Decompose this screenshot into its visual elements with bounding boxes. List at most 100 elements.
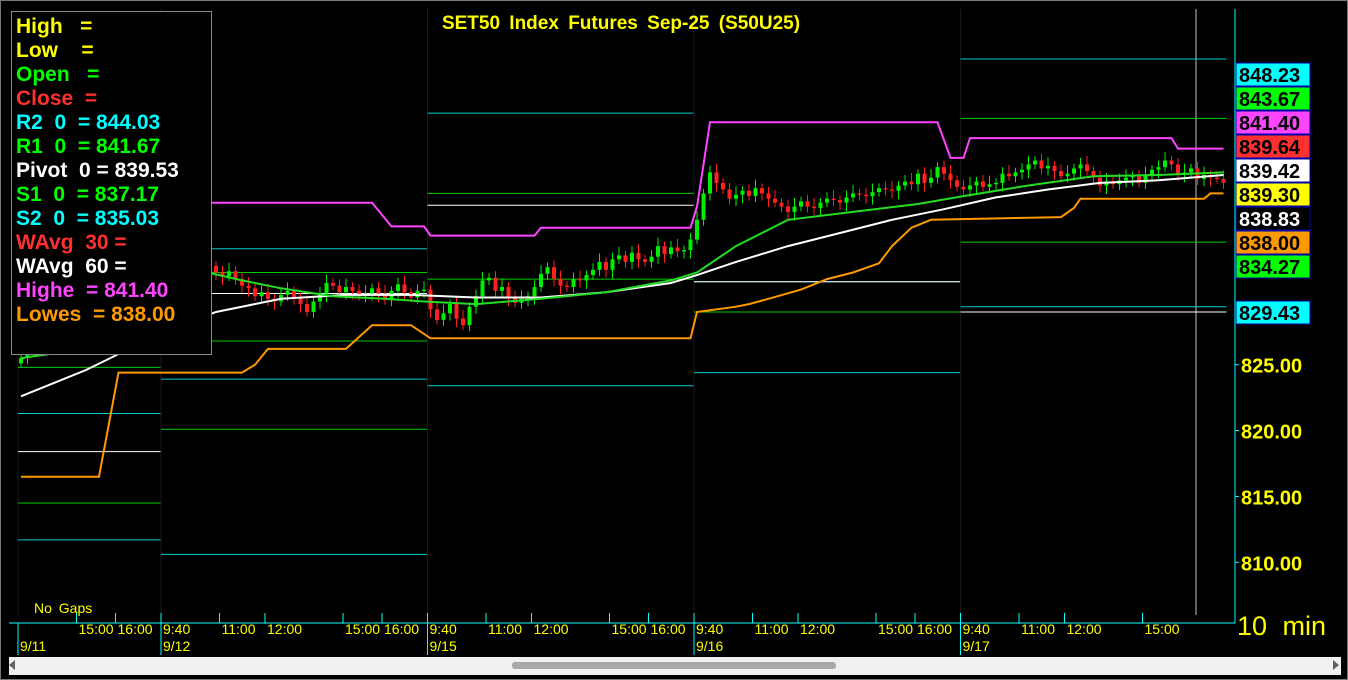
legend-row: R1 0 = 841.67 [16, 135, 161, 158]
candle-body [493, 277, 498, 291]
y-tick-label: 825.00 [1241, 356, 1302, 378]
candle-body [539, 273, 543, 287]
candle-body [246, 285, 251, 289]
x-tick-label: 11:00 [222, 621, 256, 637]
candle-body [688, 239, 693, 251]
price-tag: 839.30 [1235, 182, 1311, 207]
candle-body [584, 275, 589, 281]
x-tick-label: 9:40 [963, 621, 990, 637]
candle-body [981, 181, 985, 187]
candle-body [812, 206, 816, 208]
chart-window: 825.00 820.00 815.00 810.00 848.23 843.67 841.… [0, 0, 1348, 680]
price-tag-label: 829.43 [1239, 303, 1300, 325]
legend-row: Low = [16, 39, 94, 62]
horizontal-scrollbar[interactable] [9, 657, 1341, 675]
price-tag-label: 834.27 [1239, 257, 1300, 279]
x-tick-label: 12:00 [1067, 621, 1102, 637]
candle-body [701, 193, 706, 220]
candle-body [227, 271, 231, 277]
date-label: 9/15 [430, 638, 457, 654]
candle-body [565, 285, 569, 287]
candle-body [968, 185, 972, 190]
x-tick-label: 11:00 [488, 621, 522, 637]
candle-body [955, 180, 959, 187]
y-tick-label: 820.00 [1241, 422, 1302, 444]
candle-body [1059, 171, 1063, 177]
legend-row: Open = [16, 63, 100, 86]
scroll-right-icon[interactable] [1333, 660, 1339, 670]
candle-body [214, 265, 218, 273]
date-label: 9/11 [20, 638, 46, 654]
candle-body [428, 289, 433, 310]
candle-body [948, 173, 953, 181]
x-tick-label: 9:40 [696, 621, 723, 637]
legend-row: R2 0 = 844.03 [16, 111, 161, 134]
candle-body [506, 286, 511, 298]
legend-row: Lowes = 838.00 [16, 303, 176, 326]
candle-body [331, 283, 335, 286]
candle-body [734, 194, 738, 199]
legend-row: Pivot 0 = 839.53 [16, 159, 179, 182]
candle-body [805, 201, 810, 207]
candle-body [1124, 177, 1128, 181]
candle-body [831, 198, 836, 201]
candle-body [916, 173, 920, 185]
candle-body [311, 301, 316, 312]
candle-body [1176, 164, 1180, 174]
candle-body [337, 285, 342, 293]
candle-body [682, 250, 686, 252]
x-tick-label: 11:00 [1021, 621, 1055, 637]
candle-body [324, 283, 329, 294]
candle-body [597, 261, 602, 270]
candle-body [604, 261, 608, 270]
x-tick-label: 15:00 [612, 621, 647, 637]
candle-body [1156, 167, 1161, 170]
candle-body [1013, 172, 1018, 177]
candle-body [558, 279, 563, 286]
candle-body [695, 219, 699, 240]
candle-body [292, 290, 296, 298]
candle-body [1000, 173, 1005, 183]
candle-body [552, 267, 556, 280]
candle-body [1026, 164, 1031, 170]
x-tick-label: 12:00 [534, 621, 569, 637]
candle-body [591, 269, 595, 276]
candle-body [1098, 177, 1102, 186]
price-tag: 841.40 [1235, 110, 1311, 135]
candle-body [883, 188, 888, 190]
scrollbar-thumb[interactable] [512, 662, 836, 669]
candle-body [669, 247, 673, 255]
price-tag-label: 839.42 [1239, 161, 1300, 183]
candle-body [799, 201, 803, 207]
candle-body [1039, 160, 1044, 169]
scroll-left-icon[interactable] [9, 660, 15, 670]
candle-body [1078, 164, 1083, 169]
candle-body [532, 286, 537, 297]
candle-body [454, 304, 459, 319]
candle-body [1163, 160, 1167, 168]
x-tick-label: 15:00 [79, 621, 114, 637]
candle-body [760, 188, 764, 194]
chart-title: SET50 Index Futures Sep-25 (S50U25) [442, 13, 800, 34]
candle-body [630, 252, 634, 262]
candle-body [422, 289, 426, 291]
candle-body [922, 173, 927, 183]
candle-body [350, 286, 355, 291]
candle-body [578, 279, 582, 281]
x-tick-label: 11:00 [755, 621, 789, 637]
x-tick-label: 12:00 [267, 621, 302, 637]
price-tag-label: 848.23 [1239, 65, 1300, 87]
date-label: 9/12 [163, 638, 190, 654]
candle-body [786, 206, 790, 212]
candle-body [285, 290, 290, 295]
candle-body [987, 184, 992, 187]
candle-body [344, 286, 348, 293]
date-label: 9/17 [963, 638, 990, 654]
candle-body [935, 167, 940, 178]
y-tick-label: 810.00 [1241, 553, 1302, 575]
x-tick-label: 15:00 [1145, 621, 1180, 637]
candle-body [1065, 173, 1070, 177]
candle-body [305, 304, 309, 312]
price-tag: 839.42 [1235, 158, 1311, 183]
candle-body [1221, 178, 1226, 183]
